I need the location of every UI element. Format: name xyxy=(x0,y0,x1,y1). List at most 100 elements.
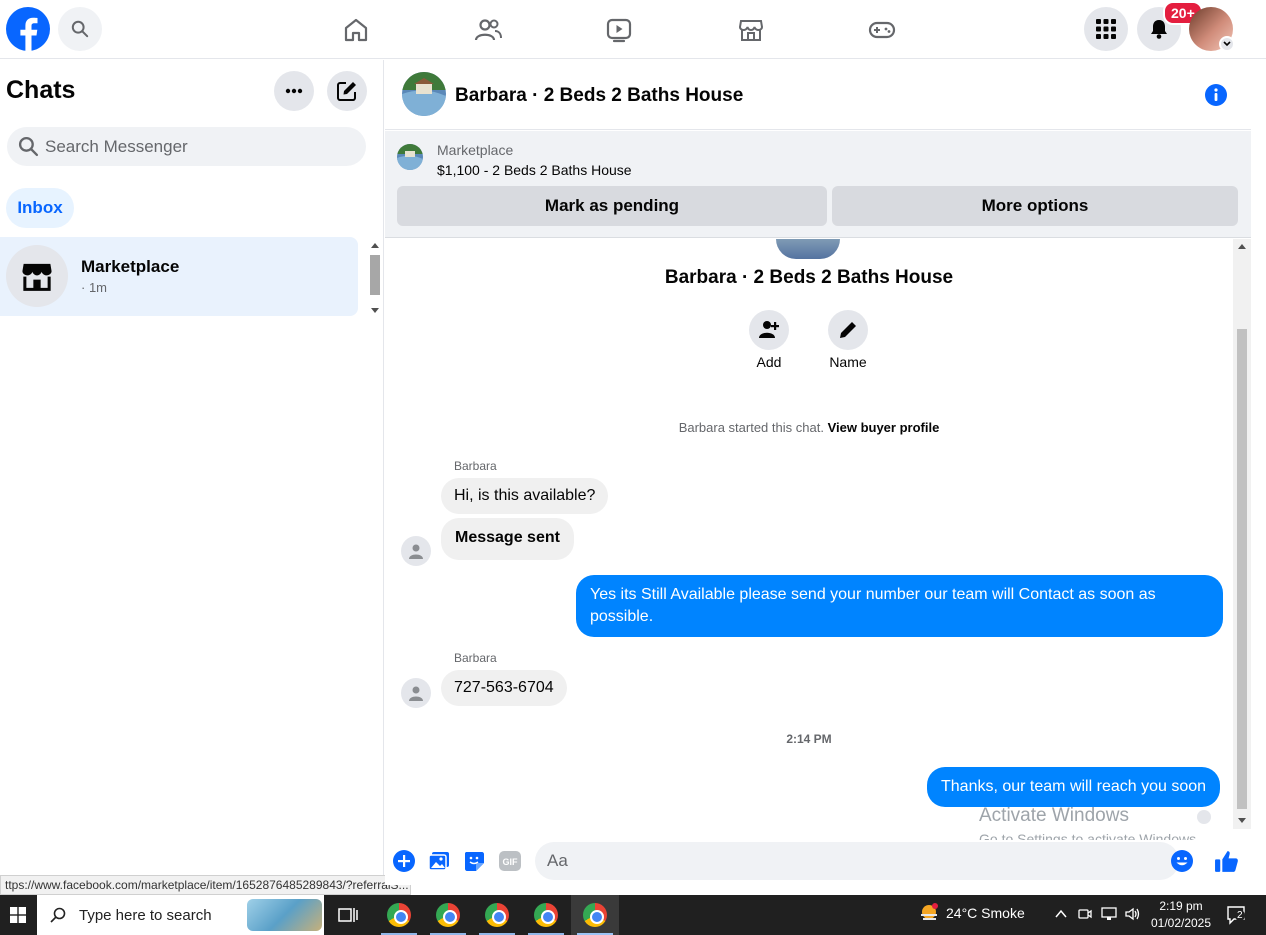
weather-widget[interactable]: 24°C Smoke xyxy=(918,903,1025,923)
menu-button[interactable] xyxy=(1084,7,1128,51)
search-icon xyxy=(71,20,89,38)
chats-sidebar: Chats Search Messenger Inbox Marketplace… xyxy=(0,60,384,895)
chrome-icon xyxy=(534,903,558,927)
message-thread: Barbara · 2 Beds 2 Baths House Add Name … xyxy=(385,239,1251,847)
top-navigation-bar: 20+ xyxy=(0,0,1266,59)
marketplace-listing-bar: Marketplace $1,100 - 2 Beds 2 Baths Hous… xyxy=(385,131,1251,238)
sender-avatar xyxy=(401,536,431,566)
chats-title: Chats xyxy=(6,76,76,104)
sticker-icon[interactable] xyxy=(463,850,487,874)
more-options-button[interactable]: More options xyxy=(832,186,1238,226)
chevron-up-icon[interactable] xyxy=(1054,907,1068,921)
name-chat-button[interactable] xyxy=(828,310,868,350)
emoji-icon[interactable] xyxy=(1171,850,1195,874)
listing-thumbnail[interactable] xyxy=(397,144,423,170)
started-text: Barbara started this chat. xyxy=(678,420,824,435)
conversation-title[interactable]: Barbara · 2 Beds 2 Baths House xyxy=(455,85,743,107)
system-clock[interactable]: 2:19 pm 01/02/2025 xyxy=(1150,898,1212,932)
inbox-tab[interactable]: Inbox xyxy=(6,188,74,228)
chrome-taskbar-app[interactable] xyxy=(375,895,423,935)
grid-menu-icon xyxy=(1096,19,1116,39)
message-sender: Barbara xyxy=(454,459,497,473)
friends-nav-button[interactable] xyxy=(470,12,506,48)
sender-avatar xyxy=(401,678,431,708)
new-message-button[interactable] xyxy=(327,71,367,111)
add-people-button[interactable] xyxy=(749,310,789,350)
chrome-icon xyxy=(387,903,411,927)
outgoing-message[interactable]: Thanks, our team will reach you soon xyxy=(927,767,1221,807)
thumbs-up-icon[interactable] xyxy=(1214,849,1238,873)
notification-count: 2 xyxy=(1235,910,1245,921)
svg-text:GIF: GIF xyxy=(503,857,519,867)
listing-source: Marketplace xyxy=(437,142,514,158)
info-icon[interactable] xyxy=(1205,84,1227,106)
taskbar-search-box[interactable]: Type here to search xyxy=(37,895,324,935)
gif-icon[interactable]: GIF xyxy=(498,850,522,874)
chat-time: · 1m xyxy=(81,280,107,295)
search-icon xyxy=(18,136,39,157)
search-placeholder: Search Messenger xyxy=(45,137,188,156)
add-person-icon xyxy=(759,321,779,338)
watch-icon xyxy=(606,18,632,43)
weather-icon xyxy=(921,903,938,920)
marketplace-icon xyxy=(22,263,52,291)
listing-title[interactable]: $1,100 - 2 Beds 2 Baths House xyxy=(437,162,632,178)
volume-icon[interactable] xyxy=(1125,907,1141,921)
network-icon[interactable] xyxy=(1101,907,1117,921)
compose-icon xyxy=(337,82,356,101)
windows-taskbar: Type here to search 24°C Smoke 2:19 pm 0… xyxy=(0,895,1266,935)
chat-started-notice: Barbara started this chat. View buyer pr… xyxy=(385,420,1233,435)
taskbar-search-placeholder: Type here to search xyxy=(79,906,212,924)
chat-options-button[interactable] xyxy=(274,71,314,111)
message-input[interactable] xyxy=(535,842,1179,880)
more-dots-icon xyxy=(285,88,303,94)
name-label: Name xyxy=(829,354,867,370)
account-chevron-icon[interactable] xyxy=(1219,36,1235,52)
home-icon xyxy=(344,18,368,42)
marketplace-icon xyxy=(738,20,764,41)
thread-scrollbar[interactable] xyxy=(1233,239,1251,829)
notification-center-button[interactable]: 2 xyxy=(1226,905,1248,925)
incoming-message[interactable]: 727-563-6704 xyxy=(441,670,567,706)
search-messenger-field[interactable]: Search Messenger xyxy=(7,127,366,166)
person-icon xyxy=(409,544,423,559)
plus-icon[interactable] xyxy=(393,850,417,874)
outgoing-message[interactable]: Yes its Still Available please send your… xyxy=(576,575,1223,637)
scrollbar-thumb[interactable] xyxy=(1237,329,1247,809)
chat-list-item[interactable]: Marketplace · 1m xyxy=(0,237,358,316)
seen-avatar xyxy=(1197,810,1211,824)
person-icon xyxy=(409,686,423,701)
meet-now-icon[interactable] xyxy=(1078,907,1092,921)
search-icon xyxy=(50,907,66,923)
sidebar-scrollbar[interactable] xyxy=(368,240,382,316)
activate-windows-title: Activate Windows xyxy=(979,805,1129,826)
marketplace-nav-button[interactable] xyxy=(733,12,769,48)
clock-time: 2:19 pm xyxy=(1159,899,1203,913)
view-buyer-profile-link[interactable]: View buyer profile xyxy=(828,420,940,435)
search-button[interactable] xyxy=(58,7,102,51)
incoming-message[interactable]: Message sent xyxy=(441,518,574,560)
chrome-taskbar-app[interactable] xyxy=(473,895,521,935)
status-bar-url: ttps://www.facebook.com/marketplace/item… xyxy=(0,875,411,895)
weather-text: 24°C Smoke xyxy=(946,905,1025,921)
gaming-nav-button[interactable] xyxy=(864,12,900,48)
chrome-taskbar-app[interactable] xyxy=(424,895,472,935)
friends-icon xyxy=(474,19,502,41)
home-nav-button[interactable] xyxy=(338,12,374,48)
chrome-icon xyxy=(436,903,460,927)
mark-as-pending-button[interactable]: Mark as pending xyxy=(397,186,827,226)
conversation-avatar[interactable] xyxy=(402,72,446,116)
task-view-button[interactable] xyxy=(324,895,372,935)
chrome-taskbar-app-active[interactable] xyxy=(571,895,619,935)
watch-nav-button[interactable] xyxy=(601,12,637,48)
chrome-taskbar-app[interactable] xyxy=(522,895,570,935)
chrome-icon xyxy=(485,903,509,927)
facebook-logo-icon[interactable] xyxy=(6,7,50,51)
thread-avatar xyxy=(776,239,840,259)
chat-avatar xyxy=(6,245,68,307)
incoming-message[interactable]: Hi, is this available? xyxy=(441,478,609,514)
clock-date: 01/02/2025 xyxy=(1150,916,1212,930)
photo-icon[interactable] xyxy=(428,850,452,874)
windows-start-button[interactable] xyxy=(0,895,36,935)
conversation-header: Barbara · 2 Beds 2 Baths House xyxy=(385,60,1251,130)
